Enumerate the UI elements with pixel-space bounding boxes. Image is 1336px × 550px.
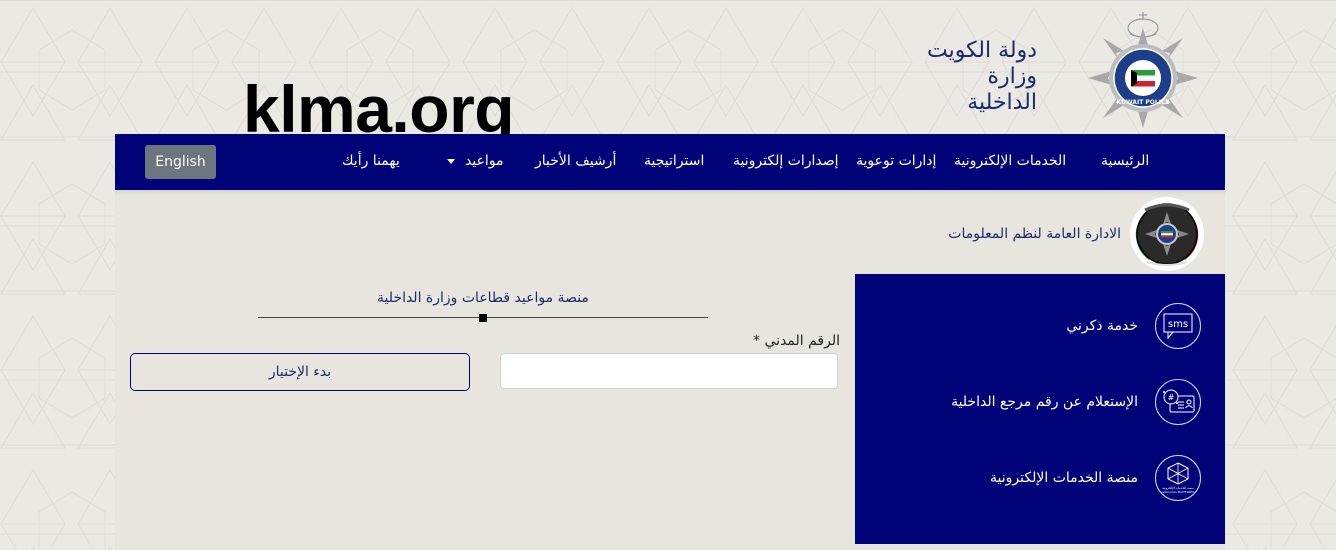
- nav-item-e-publications[interactable]: إصدارات إلكترونية: [733, 134, 839, 190]
- service-eservices-platform-label: منصة الخدمات الإلكترونية: [990, 470, 1138, 486]
- service-eservices-platform[interactable]: منصة الخدمات الإلكترونية eServices PLATF…: [990, 453, 1201, 503]
- content-panel: الادارة العامة لنظم المعلومات منصة مواعي…: [115, 190, 1225, 550]
- kuwait-police-logo[interactable]: KUWAIT POLICE: [1088, 8, 1198, 128]
- ministry-title[interactable]: دولة الكويت وزارة الداخلية: [912, 38, 1037, 116]
- sms-icon: sms: [1155, 303, 1201, 349]
- reference-id-card-icon: #: [1155, 379, 1201, 425]
- nav-item-news-archive[interactable]: أرشيف الأخبار: [535, 134, 616, 190]
- nav-item-eservices[interactable]: الخدمات الإلكترونية: [954, 134, 1066, 190]
- form-title: منصة مواعيد قطاعات وزارة الداخلية: [377, 290, 589, 306]
- svg-text:KUWAIT POLICE: KUWAIT POLICE: [1117, 99, 1170, 106]
- civil-id-label: الرقم المدني *: [753, 333, 840, 349]
- svg-text:eServices PLATFORM: eServices PLATFORM: [1162, 490, 1194, 494]
- svg-text:sms: sms: [1168, 319, 1188, 330]
- nav-item-home[interactable]: الرئيسية: [1101, 134, 1149, 190]
- divider-marker: [479, 314, 487, 322]
- service-remind-me-label: خدمة ذكرني: [1066, 318, 1138, 334]
- services-panel: sms خدمة ذكرني # الإستعلام عن رقم مرجع ا…: [855, 274, 1225, 544]
- service-reference-inquiry-label: الإستعلام عن رقم مرجع الداخلية: [951, 394, 1138, 410]
- service-reference-inquiry[interactable]: # الإستعلام عن رقم مرجع الداخلية: [951, 377, 1201, 427]
- country-name: دولة الكويت: [927, 38, 1037, 63]
- nav-item-strategy[interactable]: استراتيجية: [644, 134, 704, 190]
- ministry-name: وزارة الداخلية: [967, 64, 1037, 115]
- nav-item-feedback[interactable]: يهمنا رأيك: [342, 134, 400, 190]
- department-header: الادارة العامة لنظم المعلومات: [948, 196, 1205, 272]
- nav-item-awareness-departments[interactable]: إدارات توعوية: [856, 134, 936, 190]
- nav-item-appointments-label: مواعيد: [465, 153, 504, 169]
- site-header: دولة الكويت وزارة الداخلية KUWAIT POLICE…: [0, 0, 1336, 144]
- start-selection-button[interactable]: بدء الإختيار: [130, 353, 470, 391]
- kuwait-flag-icon: [1131, 70, 1155, 87]
- department-title: الادارة العامة لنظم المعلومات: [948, 226, 1121, 242]
- eservices-platform-icon: منصة الخدمات الإلكترونية eServices PLATF…: [1155, 455, 1201, 501]
- nav-item-appointments[interactable]: مواعيد: [447, 134, 504, 190]
- language-toggle-button[interactable]: English: [145, 145, 216, 179]
- main-nav: الرئيسية الخدمات الإلكترونية إدارات توعو…: [115, 134, 1225, 190]
- service-remind-me[interactable]: sms خدمة ذكرني: [1066, 301, 1201, 351]
- caret-down-icon: [447, 158, 455, 164]
- civil-id-input[interactable]: [500, 353, 838, 389]
- svg-text:#: #: [1168, 393, 1175, 402]
- information-systems-logo: [1130, 197, 1204, 271]
